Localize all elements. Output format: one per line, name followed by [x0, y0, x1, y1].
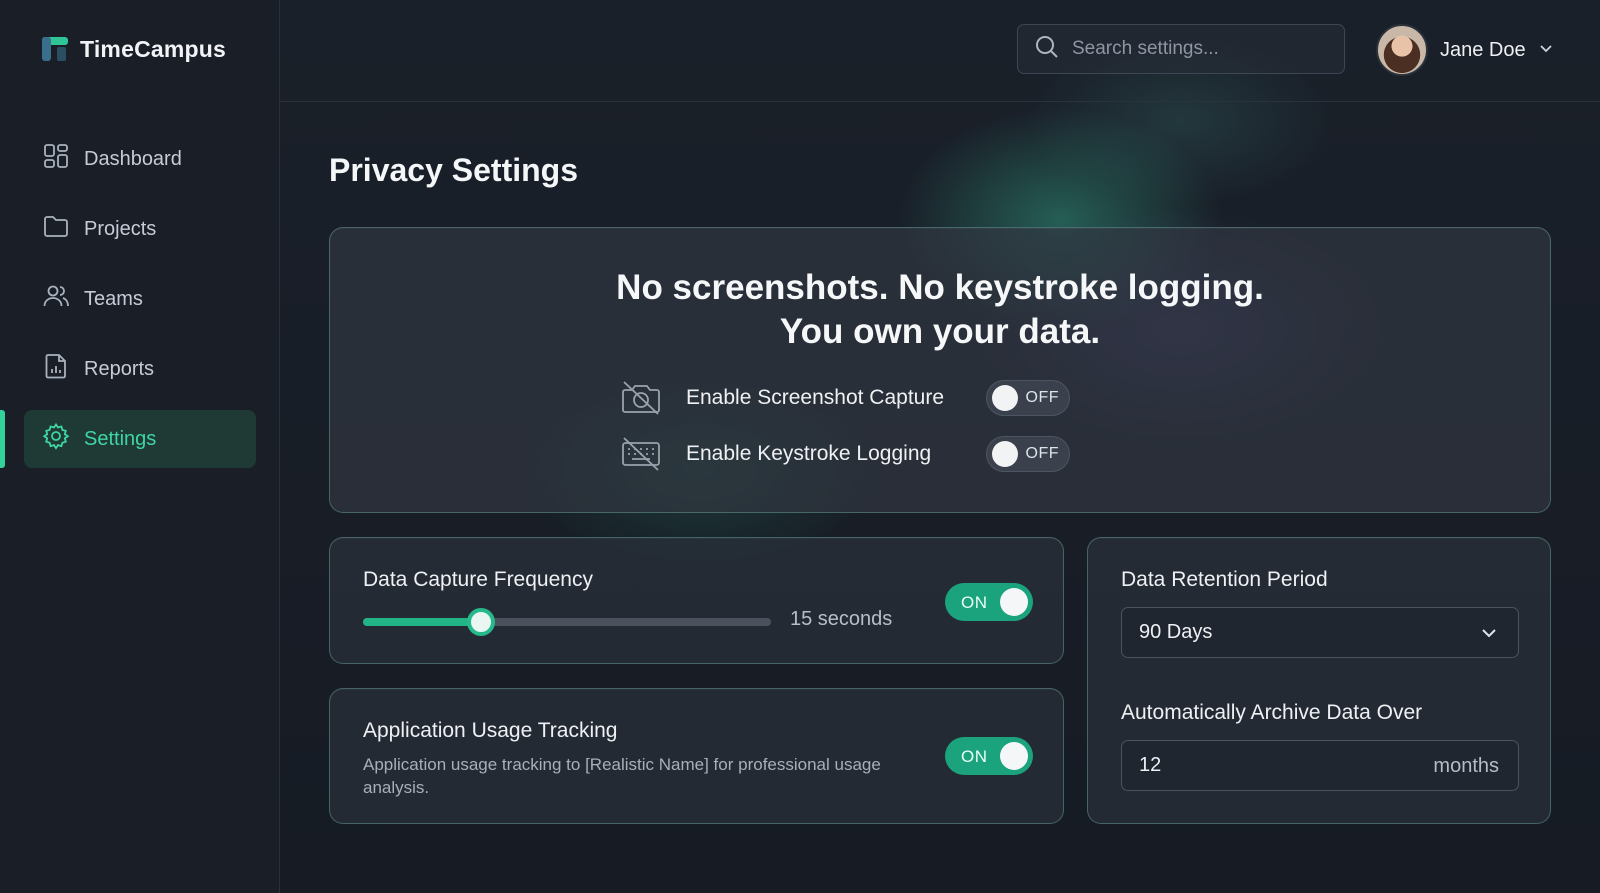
logo-icon: [40, 34, 70, 64]
sidebar-item-reports[interactable]: Reports: [24, 340, 256, 398]
user-menu[interactable]: Jane Doe: [1376, 24, 1554, 76]
keystroke-logging-toggle[interactable]: OFF: [986, 436, 1070, 472]
sidebar-item-label: Reports: [84, 357, 155, 380]
toggle-state: ON: [961, 747, 988, 766]
data-retention-card: Data Retention Period 90 Days Automatica…: [1087, 537, 1551, 824]
sidebar-item-label: Teams: [84, 287, 143, 310]
capture-frequency-toggle[interactable]: ON: [945, 583, 1033, 621]
slider-thumb[interactable]: [467, 608, 496, 636]
screenshot-capture-row: Enable Screenshot Capture OFF: [620, 378, 1070, 418]
usage-tracking-description: Application usage tracking to [Realistic…: [363, 755, 881, 797]
archive-duration-input[interactable]: [1122, 754, 1382, 777]
toggle-state: OFF: [1025, 445, 1059, 462]
keyboard-off-icon: [620, 434, 662, 474]
slider-fill: [363, 618, 482, 626]
sidebar-item-dashboard[interactable]: Dashboard: [24, 130, 256, 188]
chevron-down-icon: [1482, 629, 1496, 638]
camera-off-icon: [620, 378, 662, 418]
sidebar-item-projects[interactable]: Projects: [24, 200, 256, 258]
usage-tracking-card: Application Usage Tracking Application u…: [329, 688, 1064, 824]
headline-line-1: No screenshots. No keystroke logging.: [616, 268, 1264, 307]
headline-line-2: You own your data.: [779, 312, 1101, 351]
privacy-headline: No screenshots. No keystroke logging. Yo…: [330, 266, 1550, 354]
keystroke-logging-label: Enable Keystroke Logging: [686, 442, 932, 465]
folder-icon: [42, 212, 70, 246]
toggle-knob: [992, 385, 1018, 411]
retention-selected-value: 90 Days: [1139, 621, 1213, 643]
keystroke-logging-row: Enable Keystroke Logging OFF: [620, 434, 1070, 474]
toggle-state: ON: [961, 593, 988, 612]
gear-icon: [42, 422, 70, 456]
usage-tracking-toggle[interactable]: ON: [945, 737, 1033, 775]
capture-frequency-slider[interactable]: [363, 608, 771, 636]
chevron-down-icon: [1538, 40, 1554, 61]
user-name: Jane Doe: [1440, 38, 1526, 61]
toggle-state: OFF: [1025, 389, 1059, 406]
screenshot-capture-label: Enable Screenshot Capture: [686, 386, 944, 409]
sidebar-item-settings[interactable]: Settings: [24, 410, 256, 468]
capture-frequency-title: Data Capture Frequency: [363, 568, 593, 591]
toggle-knob: [1000, 588, 1028, 616]
avatar: [1376, 24, 1428, 76]
archive-unit: months: [1433, 755, 1499, 777]
sidebar-nav: Dashboard Projects Teams Reports Setting…: [24, 130, 256, 480]
sidebar-item-label: Projects: [84, 217, 157, 240]
app-name: TimeCampus: [80, 35, 227, 62]
sidebar-item-teams[interactable]: Teams: [24, 270, 256, 328]
archive-title: Automatically Archive Data Over: [1121, 701, 1423, 724]
retention-period-select[interactable]: 90 Days: [1121, 607, 1519, 658]
screenshot-capture-toggle[interactable]: OFF: [986, 380, 1070, 416]
capture-frequency-value: 15 seconds: [790, 608, 893, 630]
search-icon: [1034, 34, 1060, 65]
toggle-knob: [992, 441, 1018, 467]
top-header: Jane Doe: [280, 0, 1600, 102]
app-logo[interactable]: TimeCampus: [40, 34, 226, 64]
users-icon: [42, 282, 70, 316]
sidebar-item-label: Settings: [84, 427, 157, 450]
sidebar-item-label: Dashboard: [84, 147, 182, 170]
toggle-knob: [1000, 742, 1028, 770]
report-icon: [42, 352, 70, 386]
capture-frequency-card: Data Capture Frequency 15 seconds ON: [329, 537, 1064, 664]
usage-tracking-title: Application Usage Tracking: [363, 719, 618, 742]
active-indicator: [0, 410, 5, 468]
sidebar: TimeCampus Dashboard Projects Teams Repo…: [0, 0, 280, 893]
retention-title: Data Retention Period: [1121, 568, 1328, 591]
search-box[interactable]: [1017, 24, 1345, 74]
dashboard-icon: [42, 142, 70, 176]
page-title: Privacy Settings: [329, 152, 578, 188]
archive-duration-field[interactable]: months: [1121, 740, 1519, 791]
privacy-statement-card: No screenshots. No keystroke logging. Yo…: [329, 227, 1551, 513]
search-input[interactable]: [1072, 38, 1322, 60]
